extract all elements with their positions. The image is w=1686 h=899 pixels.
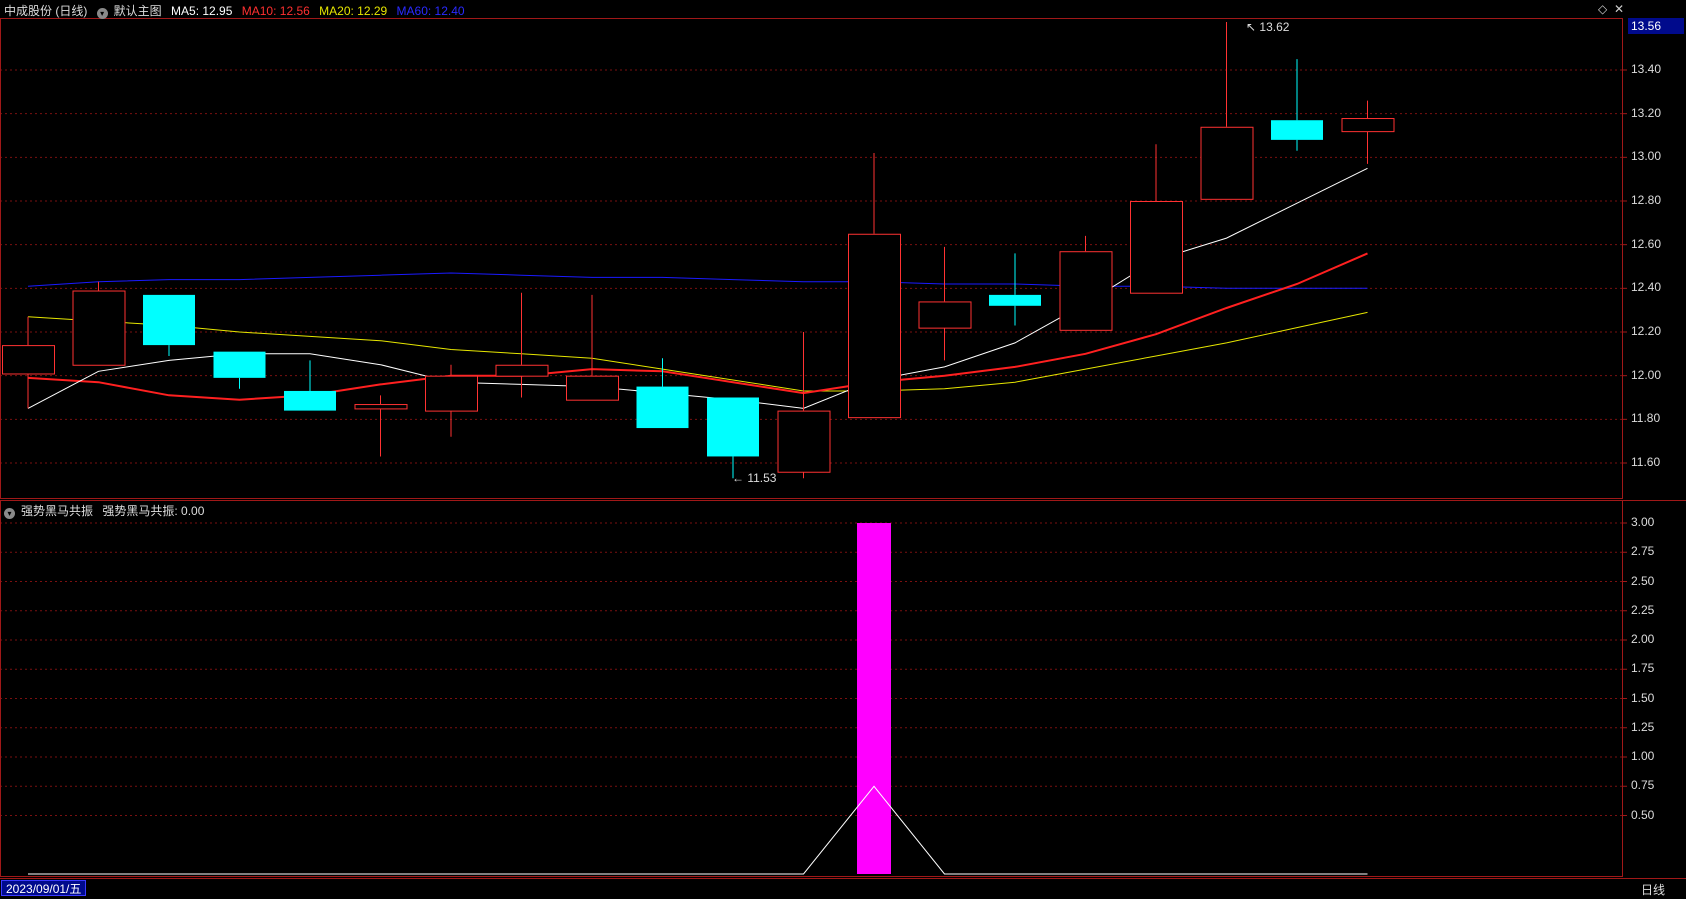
price-tick-label: 12.40 [1631,280,1662,295]
chart-canvas[interactable] [0,0,1686,899]
candle-body-up [2,345,55,375]
candle-body-up [777,410,831,473]
ma20-label: MA20: 12.29 [319,4,388,18]
indicator-tick-label: 0.50 [1631,807,1655,822]
indicator-tick-label: 2.00 [1631,632,1655,646]
indicator-tick-label: 0.75 [1631,778,1655,793]
date-cursor-label: 2023/09/01/五 [1,880,87,896]
indicator-tick-label: 3.00 [1631,515,1655,529]
template-label[interactable]: 默认主图 [114,4,162,18]
low-price-label: 11.53 [747,471,777,485]
indicator-line [28,785,1368,875]
chevron-down-icon[interactable]: ▾ [96,8,108,19]
candle-body-up [1341,118,1395,133]
candle-body-up [918,301,972,329]
close-icon[interactable]: ✕ [1614,2,1624,16]
high-price-annotation: ↖ 13.62 [1246,20,1290,34]
price-tick-label: 13.40 [1631,62,1662,76]
price-tick-label: 11.80 [1631,411,1661,426]
candle-body-up [72,290,126,366]
candle-body-up [1130,201,1183,294]
indicator-tick-label: 1.25 [1631,719,1655,734]
candle-body-down [1271,120,1323,140]
current-price-badge: 13.56 [1628,18,1684,34]
indicator-tick-label: 1.50 [1631,690,1655,705]
price-tick-label: 12.60 [1631,236,1662,251]
indicator-title[interactable]: 强势黑马共振 [21,504,93,518]
ma10-label: MA10: 12.56 [241,4,310,18]
price-tick-label: 12.80 [1631,193,1662,207]
price-tick-label: 13.20 [1631,105,1662,120]
ma60-label: MA60: 12.40 [396,4,465,18]
price-tick-label: 11.60 [1631,455,1661,469]
low-price-annotation: ← 11.53 [732,471,777,485]
stock-title: 中成股份 (日线) [4,4,88,18]
price-tick-label: 13.00 [1631,149,1662,164]
indicator-tick-label: 2.25 [1631,602,1655,617]
panel-frames [0,18,1686,879]
indicator-tick-label: 2.75 [1631,544,1655,559]
chevron-down-icon[interactable]: ▾ [4,508,15,519]
candle-body-up [848,233,901,419]
diamond-icon[interactable]: ◇ [1598,2,1607,16]
price-tick-label: 12.20 [1631,324,1662,338]
candle-body-down [213,351,266,378]
candle-body-up [354,404,408,410]
price-tick-label: 12.00 [1631,367,1662,382]
candle-body-up [1200,126,1254,200]
candle-body-up [566,375,619,401]
indicator-bar [857,523,891,874]
indicator-tick-label: 1.75 [1631,661,1655,676]
candle-body-down [636,386,689,429]
candle-body-up [1059,251,1113,331]
main-chart-header: 中成股份 (日线) ▾ 默认主图 MA5: 12.95 MA10: 12.56 M… [4,2,471,19]
indicator-tick-label: 1.00 [1631,749,1655,763]
candle-body-up [495,364,549,377]
indicator-header: ▾ 强势黑马共振 强势黑马共振: 0.00 [4,502,210,519]
candlesticks[interactable] [2,21,1395,479]
indicator-tick-label: 2.50 [1631,573,1655,588]
ma5-label: MA5: 12.95 [171,4,233,18]
candle-body-down [284,390,336,411]
period-label[interactable]: 日线 [1641,881,1665,898]
high-price-label: 13.62 [1259,20,1290,34]
candle-body-down [143,294,195,346]
candle-body-down [707,397,759,457]
indicator-value: 强势黑马共振: 0.00 [102,504,205,518]
candle-body-up [425,375,478,412]
candle-body-down [989,294,1041,306]
indicator-panel-border [0,500,1623,877]
